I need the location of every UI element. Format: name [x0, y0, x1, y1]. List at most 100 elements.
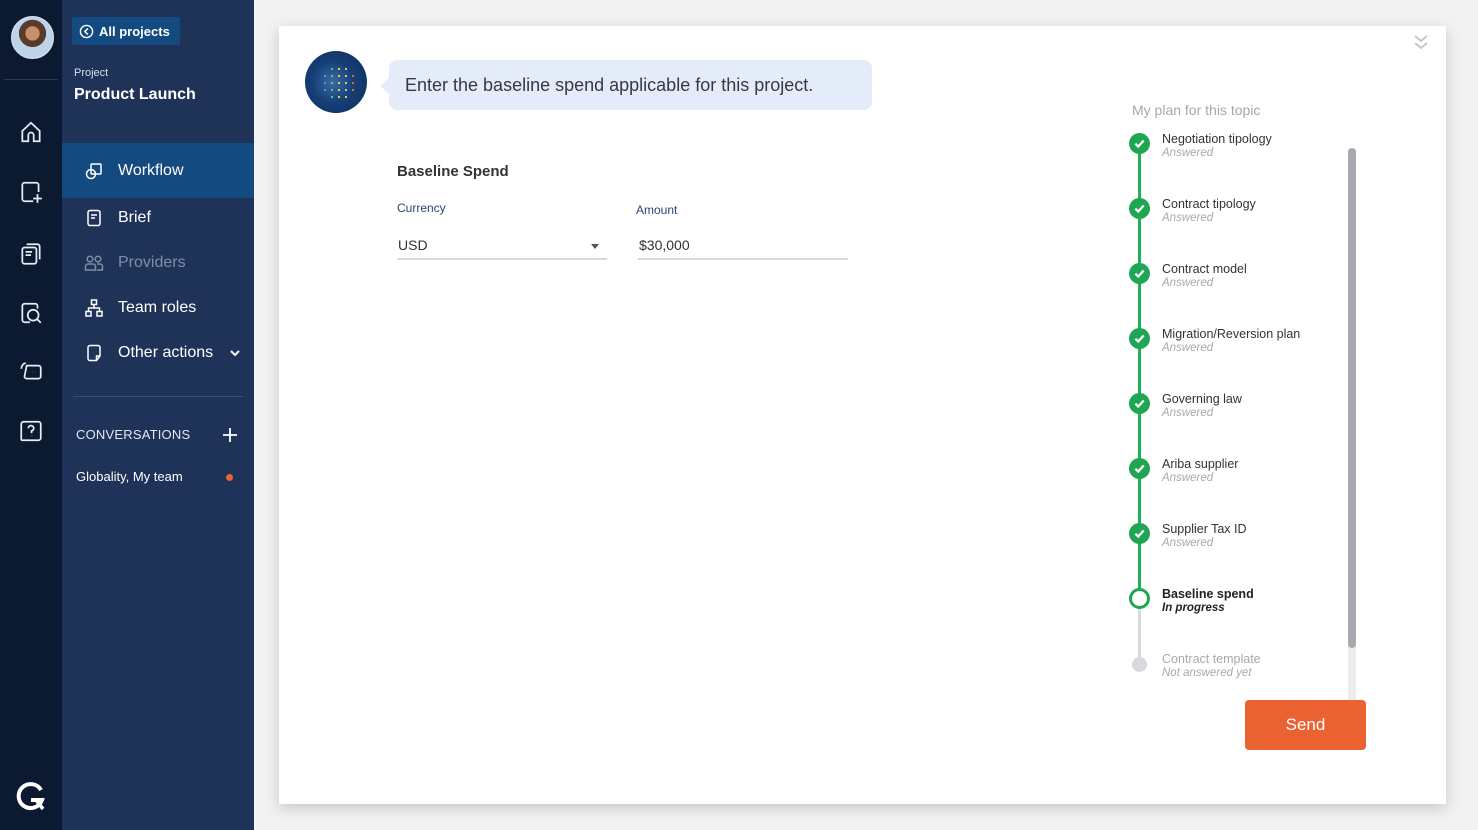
nav-item-team-roles[interactable]: Team roles — [62, 285, 254, 331]
all-projects-button[interactable]: All projects — [72, 17, 180, 45]
add-conversation-icon[interactable] — [221, 426, 239, 444]
scrollbar-thumb[interactable] — [1348, 148, 1356, 648]
plan-step-status: In progress — [1162, 602, 1225, 614]
conversation-item[interactable]: Globality, My team — [76, 469, 183, 484]
team-roles-icon — [85, 299, 103, 317]
plan-connector — [1138, 541, 1141, 592]
home-icon[interactable] — [17, 118, 45, 146]
currency-label: Currency — [397, 201, 446, 215]
avatar-dot — [352, 75, 354, 77]
check-circle-icon — [1129, 133, 1150, 154]
plan-step-status: Answered — [1162, 407, 1214, 419]
chat-icon[interactable] — [17, 357, 45, 385]
avatar-dot — [324, 75, 326, 77]
amount-input[interactable]: $30,000 — [638, 232, 848, 260]
nav-item-brief[interactable]: Brief — [62, 195, 254, 241]
plan-step-status: Not answered yet — [1162, 667, 1252, 679]
nav-item-label: Providers — [118, 254, 186, 271]
plan-step-name: Governing law — [1162, 392, 1242, 406]
workflow-card: Enter the baseline spend applicable for … — [279, 26, 1446, 804]
avatar-dot — [324, 82, 326, 84]
avatar-dot — [345, 82, 347, 84]
avatar-dot — [338, 96, 340, 98]
check-circle-icon — [1129, 458, 1150, 479]
plan-step-name: Contract model — [1162, 262, 1247, 276]
sidebar-divider — [73, 396, 243, 397]
new-project-icon[interactable] — [17, 178, 45, 206]
plan-step-status: Answered — [1162, 472, 1214, 484]
nav-item-label: Workflow — [118, 161, 184, 179]
plan-connector — [1138, 346, 1141, 397]
double-chevron-down-icon[interactable] — [1413, 34, 1429, 52]
back-circle-icon — [79, 24, 94, 38]
plan-step-status: Answered — [1162, 537, 1214, 549]
help-icon[interactable] — [17, 417, 45, 445]
progress-circle-icon — [1129, 588, 1150, 609]
avatar-dot — [338, 89, 340, 91]
pending-circle-icon — [1132, 657, 1147, 672]
plan-connector — [1138, 476, 1141, 527]
amount-label: Amount — [636, 203, 678, 217]
check-circle-icon — [1129, 523, 1150, 544]
other-actions-icon — [87, 344, 101, 362]
caret-down-icon — [591, 244, 599, 249]
form-title: Baseline Spend — [397, 163, 509, 180]
plan-connector — [1138, 411, 1141, 462]
rail-divider — [4, 79, 58, 80]
avatar-dot — [345, 96, 347, 98]
assistant-avatar — [305, 51, 367, 113]
avatar-dot — [352, 89, 354, 91]
search-docs-icon[interactable] — [17, 299, 45, 327]
check-circle-icon — [1129, 393, 1150, 414]
check-circle-icon — [1129, 263, 1150, 284]
nav-item-label: Brief — [118, 209, 151, 226]
plan-step-name: Migration/Reversion plan — [1162, 327, 1301, 341]
avatar-dot — [345, 68, 347, 70]
nav-item-providers[interactable]: Providers — [62, 240, 254, 286]
avatar-dot — [331, 96, 333, 98]
plan-step-name: Contract template — [1162, 652, 1261, 666]
unread-dot — [226, 474, 233, 481]
avatar-dot — [352, 82, 354, 84]
workflow-icon — [85, 162, 102, 179]
nav-item-other-actions[interactable]: Other actions — [62, 330, 254, 376]
nav-item-workflow[interactable]: Workflow — [62, 143, 254, 198]
check-circle-icon — [1129, 328, 1150, 349]
avatar-dot — [345, 89, 347, 91]
avatar-dot — [345, 75, 347, 77]
globality-logo-icon[interactable] — [14, 780, 48, 814]
projects-icon[interactable] — [17, 240, 45, 268]
avatar-dot — [324, 89, 326, 91]
plan-step-status: Answered — [1162, 342, 1214, 354]
plan-title: My plan for this topic — [1132, 102, 1261, 118]
plan-step-name: Negotiation tipology — [1162, 132, 1272, 146]
all-projects-label: All projects — [99, 23, 170, 39]
currency-value: USD — [398, 237, 428, 253]
plan-step-name: Contract tipology — [1162, 197, 1256, 211]
user-avatar[interactable] — [11, 16, 54, 59]
currency-select[interactable]: USD — [397, 232, 607, 260]
conversations-header: CONVERSATIONS — [76, 427, 191, 442]
plan-connector — [1138, 606, 1141, 657]
avatar-dot — [331, 82, 333, 84]
icon-rail — [0, 0, 62, 830]
plan-connector — [1138, 216, 1141, 267]
project-name: Product Launch — [74, 86, 196, 103]
plan-connector — [1138, 281, 1141, 332]
send-button[interactable]: Send — [1245, 700, 1366, 750]
chevron-down-icon[interactable] — [229, 347, 241, 359]
avatar-dot — [331, 75, 333, 77]
check-circle-icon — [1129, 198, 1150, 219]
amount-value: $30,000 — [639, 237, 690, 253]
plan-step-name: Ariba supplier — [1162, 457, 1239, 471]
providers-icon — [84, 255, 104, 271]
avatar-dot — [338, 82, 340, 84]
avatar-dot — [331, 68, 333, 70]
plan-step-name: Baseline spend — [1162, 587, 1254, 601]
assistant-message: Enter the baseline spend applicable for … — [405, 74, 814, 95]
plan-step-name: Supplier Tax ID — [1162, 522, 1247, 536]
avatar-dot — [338, 75, 340, 77]
brief-icon — [87, 209, 101, 227]
avatar-dot — [338, 68, 340, 70]
project-sidebar: All projects Project Product Launch Work… — [62, 0, 254, 830]
